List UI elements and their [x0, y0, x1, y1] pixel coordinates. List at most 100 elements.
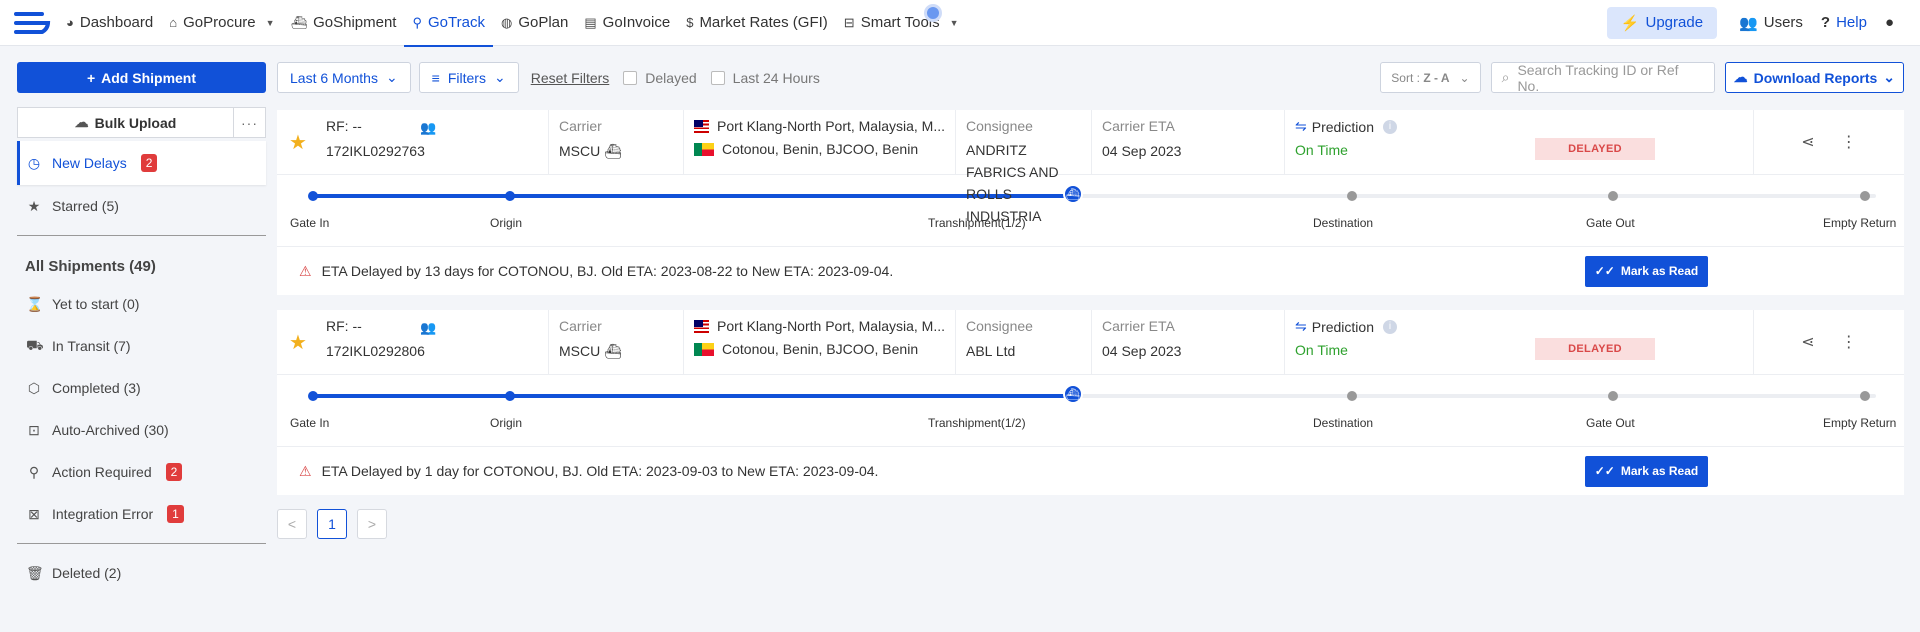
malaysia-flag-icon	[694, 319, 710, 333]
bulk-upload-button[interactable]: ☁ Bulk Upload	[18, 108, 234, 137]
share-icon[interactable]: ⋖	[1801, 132, 1814, 152]
profile-icon[interactable]: ●	[1879, 14, 1900, 31]
filters-dropdown[interactable]: ≡ Filters ⌄	[418, 62, 519, 93]
nav-market-rates[interactable]: $ Market Rates (GFI)	[678, 0, 836, 46]
sidebar-item-auto-archived[interactable]: ⊡ Auto-Archived (30)	[17, 409, 266, 451]
share-icon[interactable]: ⋖	[1801, 332, 1814, 352]
chevron-down-icon: ⌄	[493, 69, 506, 85]
cloud-download-icon: ☁	[1733, 69, 1748, 85]
stage-label: Destination	[1313, 216, 1374, 230]
more-options-button[interactable]: ···	[234, 108, 265, 137]
carrier-eta-value: 04 Sep 2023	[1102, 343, 1182, 359]
nav-goshipment[interactable]: ⛴ GoShipment	[283, 0, 405, 46]
nav-goprocure[interactable]: ⌂ GoProcure ▼	[161, 0, 282, 46]
chevron-down-icon: ⌄	[1459, 70, 1470, 85]
add-shipment-button[interactable]: + Add Shipment	[17, 62, 266, 93]
last-24-hours-checkbox[interactable]: Last 24 Hours	[710, 70, 820, 86]
archive-icon: ⊡	[28, 421, 40, 438]
sidebar-item-integration-error[interactable]: ⊠ Integration Error 1	[17, 493, 266, 535]
hourglass-icon: ⌛	[26, 295, 44, 312]
trash-icon: 🗑	[26, 564, 44, 581]
sidebar-item-completed[interactable]: ⬡ Completed (3)	[17, 367, 266, 409]
page-button[interactable]: 1	[317, 509, 347, 539]
consignee-label: Consignee	[966, 318, 1033, 334]
upgrade-button[interactable]: ⚡ Upgrade	[1606, 6, 1718, 39]
gocomet-logo[interactable]	[6, 0, 58, 46]
new-delays-badge: 2	[140, 154, 158, 172]
consignee-value: ABL Ltd	[966, 343, 1016, 359]
nav-goplan[interactable]: ◍ GoPlan	[493, 0, 576, 46]
info-icon[interactable]: i	[1383, 119, 1397, 134]
sidebar: + Add Shipment ☁ Bulk Upload ··· ◷ New Dela…	[17, 62, 266, 594]
origin-port: Port Klang-North Port, Malaysia, M...	[717, 318, 945, 334]
nav-goinvoice[interactable]: ▤ GoInvoice	[576, 0, 678, 46]
checkbox[interactable]	[710, 70, 725, 85]
cloud-upload-icon: ☁	[74, 114, 89, 130]
chevron-down-icon: ⌄	[385, 69, 398, 85]
globe-icon: ◍	[500, 14, 513, 30]
checkbox[interactable]	[623, 70, 638, 85]
destination-port: Cotonou, Benin, BJCOO, Benin	[722, 341, 919, 357]
vessel-icon: ⛴	[1063, 384, 1083, 404]
help-link[interactable]: ? Help	[1815, 14, 1873, 31]
search-input[interactable]: ⌕ Search Tracking ID or Ref No.	[1490, 62, 1715, 94]
prev-page-button[interactable]: <	[277, 509, 307, 539]
shipment-card: ★ RF: -- 172IKL0292763 👥 Carrier MSCU ⛴ Por…	[277, 110, 1904, 295]
kebab-menu-icon[interactable]: ⋮	[1841, 132, 1857, 152]
nav-dashboard[interactable]: ◕ Dashboard	[58, 0, 161, 46]
stage-label: Gate Out	[1586, 416, 1635, 430]
tracking-id[interactable]: 172IKL0292806	[326, 343, 538, 359]
stage-node	[1860, 191, 1870, 201]
mark-as-read-button[interactable]: ✓✓ Mark as Read	[1585, 255, 1708, 287]
next-page-button[interactable]: >	[357, 509, 387, 539]
sidebar-item-starred[interactable]: ★ Starred (5)	[17, 185, 266, 227]
reset-filters-link[interactable]: Reset Filters	[531, 70, 610, 86]
carrier-eta-label: Carrier ETA	[1102, 318, 1175, 334]
prediction-label: ⇋ Prediction i	[1295, 318, 1475, 335]
period-dropdown[interactable]: Last 6 Months ⌄	[277, 62, 411, 93]
nav-gotrack[interactable]: ⚲ GoTrack	[404, 0, 494, 47]
sidebar-all-shipments[interactable]: All Shipments (49)	[17, 244, 266, 283]
alert-text: ETA Delayed by 13 days for COTONOU, BJ. …	[321, 263, 894, 279]
sidebar-item-yet-to-start[interactable]: ⌛ Yet to start (0)	[17, 283, 266, 325]
status-badge: DELAYED	[1535, 138, 1655, 160]
chevron-down-icon: ⌄	[1883, 69, 1895, 85]
sidebar-item-deleted[interactable]: 🗑 Deleted (2)	[17, 552, 266, 594]
team-icon[interactable]: 👥	[420, 120, 436, 136]
stage-label: Transhipment(1/2)	[928, 416, 1026, 430]
consignee-value: ANDRITZ FABRICS AND ROLLS INDUSTRIA	[966, 142, 1059, 224]
truck-icon: ⛟	[26, 336, 44, 353]
team-icon[interactable]: 👥	[420, 320, 436, 336]
sort-dropdown[interactable]: Sort : Z - A ⌄	[1380, 62, 1481, 93]
carrier-value: MSCU ⛴	[559, 143, 622, 159]
progress-fill	[313, 394, 1073, 398]
toolbox-icon: ⊟	[843, 14, 855, 30]
sidebar-item-in-transit[interactable]: ⛟ In Transit (7)	[17, 325, 266, 367]
mark-as-read-button[interactable]: ✓✓ Mark as Read	[1585, 455, 1708, 487]
download-reports-button[interactable]: ☁ Download Reports ⌄	[1724, 62, 1904, 93]
integration-error-badge: 1	[167, 505, 184, 523]
progress-fill	[313, 194, 1073, 198]
clock-alert-icon: ◷	[27, 154, 41, 171]
delayed-checkbox[interactable]: Delayed	[623, 70, 697, 86]
sidebar-item-action-required[interactable]: ⚲ Action Required 2	[17, 451, 266, 493]
ship-icon: ⛴	[604, 343, 622, 359]
delay-alert: ⚠ ETA Delayed by 1 day for COTONOU, BJ. O…	[277, 447, 1904, 495]
prediction-value: On Time	[1295, 342, 1348, 358]
tracking-id[interactable]: 172IKL0292763	[326, 143, 538, 159]
info-icon[interactable]: i	[1383, 319, 1397, 334]
destination-port: Cotonou, Benin, BJCOO, Benin	[722, 141, 919, 157]
chevron-down-icon: ▼	[265, 17, 275, 28]
ship-icon: ⛴	[290, 14, 308, 30]
stage-node	[1347, 391, 1357, 401]
status-badge: DELAYED	[1535, 338, 1655, 360]
plus-icon: +	[86, 69, 96, 86]
nav-smart-tools[interactable]: ⊟ Smart Tools ▼	[836, 0, 967, 46]
top-navbar: ◕ Dashboard ⌂ GoProcure ▼ ⛴ GoShipment ⚲ GoTr…	[0, 0, 1920, 47]
users-link[interactable]: 👥 Users	[1733, 14, 1809, 32]
kebab-menu-icon[interactable]: ⋮	[1841, 332, 1857, 352]
alert-text: ETA Delayed by 1 day for COTONOU, BJ. Ol…	[321, 463, 879, 479]
sidebar-item-new-delays[interactable]: ◷ New Delays 2	[17, 141, 266, 185]
filter-icon: ≡	[431, 69, 440, 86]
home-icon: ⌂	[169, 15, 178, 30]
